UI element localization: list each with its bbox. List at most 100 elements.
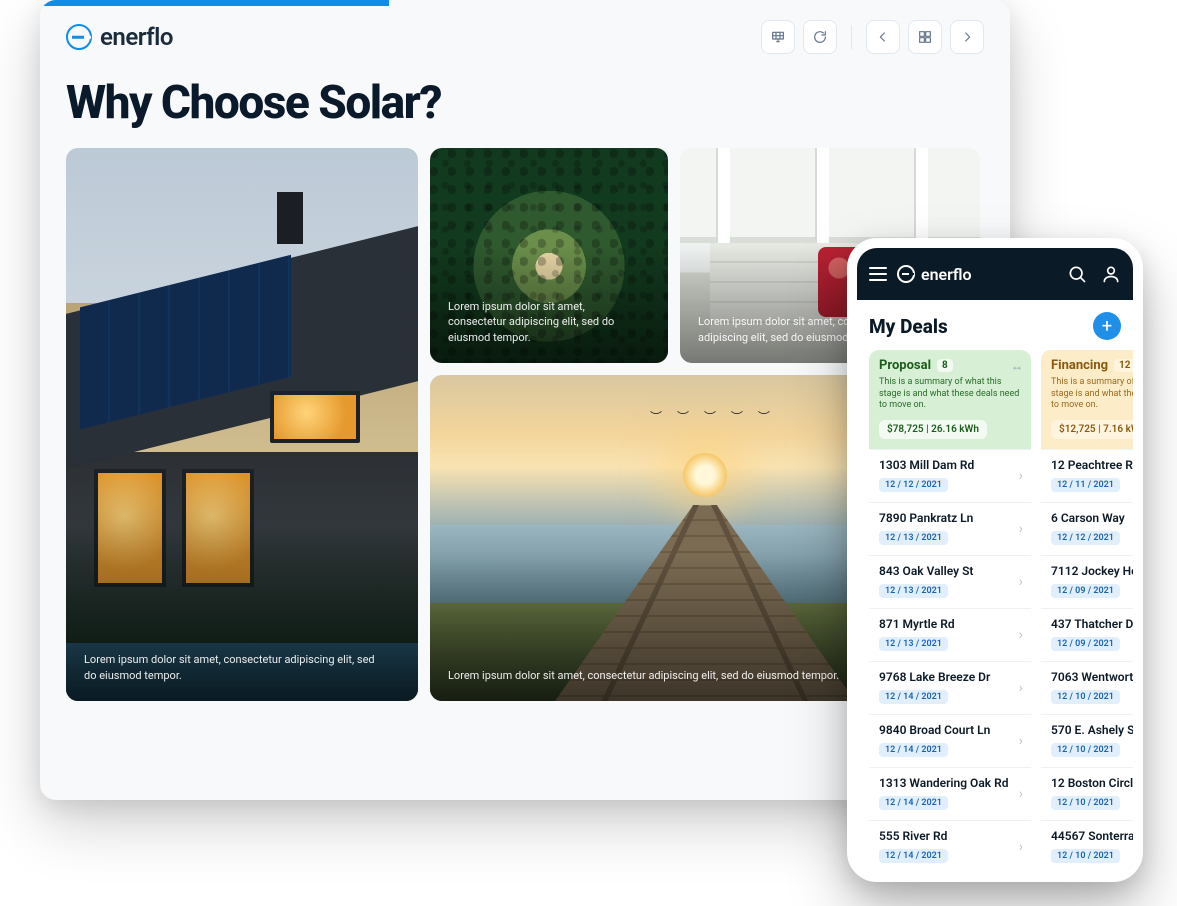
column-summary: This is a summary of what this stage is … bbox=[879, 377, 1021, 412]
deal-address: 9768 Lake Breeze Dr bbox=[879, 670, 1021, 684]
deal-address: 555 River Rd bbox=[879, 829, 1021, 843]
deal-address: 7112 Jockey Hollow bbox=[1051, 564, 1133, 578]
deal-date: 12 / 13 / 2021 bbox=[879, 637, 948, 651]
column-summary: This is a summary of what this stage is … bbox=[1051, 377, 1133, 412]
deal-row[interactable]: 6 Carson Way12 / 12 / 2021› bbox=[1041, 502, 1133, 555]
deal-date: 12 / 14 / 2021 bbox=[879, 849, 948, 863]
topbar: enerflo bbox=[40, 0, 1010, 62]
deal-address: 843 Oak Valley St bbox=[879, 564, 1021, 578]
grid-button[interactable] bbox=[908, 20, 942, 54]
deal-row[interactable]: 9840 Broad Court Ln 12 / 14 / 2021 › bbox=[869, 714, 1031, 767]
deal-address: 6 Carson Way bbox=[1051, 511, 1133, 525]
brand-name: enerflo bbox=[100, 23, 173, 51]
mobile-header: enerflo bbox=[857, 248, 1133, 300]
deal-address: 1313 Wandering Oak Rd bbox=[879, 776, 1021, 790]
deal-row[interactable]: 12 Boston Circle12 / 10 / 2021› bbox=[1041, 767, 1133, 820]
card-subtitle: Lorem ipsum dolor sit amet, consectetur … bbox=[448, 299, 634, 345]
deals-header: My Deals + bbox=[857, 300, 1133, 350]
page-title: Why Choose Solar? bbox=[40, 62, 1010, 148]
deal-row[interactable]: 44567 Sonterra12 / 10 / 2021› bbox=[1041, 820, 1133, 873]
next-button[interactable] bbox=[950, 20, 984, 54]
prev-button[interactable] bbox=[866, 20, 900, 54]
deal-address: 12 Boston Circle bbox=[1051, 776, 1133, 790]
deals-title: My Deals bbox=[869, 315, 948, 338]
deal-date: 12 / 11 / 2021 bbox=[1051, 478, 1120, 492]
chevron-right-icon: › bbox=[1019, 839, 1023, 855]
deal-address: 9840 Broad Court Ln bbox=[879, 723, 1021, 737]
chevron-right-icon: › bbox=[1019, 680, 1023, 696]
deal-date: 12 / 09 / 2021 bbox=[1051, 584, 1120, 598]
deal-row[interactable]: 570 E. Ashely St12 / 10 / 2021› bbox=[1041, 714, 1133, 767]
deal-row[interactable]: 1303 Mill Dam Rd12 / 12 / 2021› bbox=[869, 449, 1031, 502]
column-header[interactable]: Financing 12 This is a summary of what thi… bbox=[1041, 350, 1133, 449]
deal-date: 12 / 10 / 2021 bbox=[1051, 849, 1120, 863]
chevron-right-icon: › bbox=[1019, 521, 1023, 537]
deal-date: 12 / 10 / 2021 bbox=[1051, 690, 1120, 704]
chevron-right-icon: › bbox=[1019, 733, 1023, 749]
deal-row[interactable]: 871 Myrtle Rd 12 / 13 / 2021 › bbox=[869, 608, 1031, 661]
deal-date: 12 / 13 / 2021 bbox=[879, 584, 948, 598]
expand-icon[interactable]: ↔ bbox=[1011, 359, 1021, 373]
deal-date: 12 / 12 / 2021 bbox=[879, 478, 948, 492]
deal-row[interactable]: 1313 Wandering Oak Rd 12 / 14 / 2021 › bbox=[869, 767, 1031, 820]
refresh-button[interactable] bbox=[803, 20, 837, 54]
card-home-value[interactable]: Home Value Lorem ipsum dolor sit amet, c… bbox=[66, 148, 418, 701]
brand-logo-mobile[interactable]: enerflo bbox=[897, 265, 972, 284]
deal-address: 7890 Pankratz Ln bbox=[879, 511, 1021, 525]
deal-row[interactable]: 151 6th Avenue12 / 11 / 2021› bbox=[1041, 873, 1133, 882]
deal-row[interactable]: 7112 Jockey Hollow12 / 09 / 2021› bbox=[1041, 555, 1133, 608]
card-environmental-impact[interactable]: Environmental Impact Lorem ipsum dolor s… bbox=[430, 148, 668, 363]
deal-date: 12 / 14 / 2021 bbox=[879, 743, 948, 757]
menu-button[interactable] bbox=[869, 267, 887, 281]
deal-row[interactable]: 12 Peachtree Rd12 / 11 / 2021› bbox=[1041, 449, 1133, 502]
deal-date: 12 / 14 / 2021 bbox=[879, 690, 948, 704]
mobile-mockup: enerflo My Deals + Proposal 8 ↔ This is a s… bbox=[847, 238, 1143, 882]
user-icon[interactable] bbox=[1101, 264, 1121, 284]
deal-row[interactable]: 555 River Rd 12 / 14 / 2021 › bbox=[869, 820, 1031, 873]
divider bbox=[851, 25, 852, 49]
deal-date: 12 / 13 / 2021 bbox=[879, 531, 948, 545]
column-header[interactable]: Proposal 8 ↔ This is a summary of what this… bbox=[869, 350, 1031, 449]
column-metric: $78,725 | 26.16 kWh bbox=[879, 420, 987, 439]
deal-address: 871 Myrtle Rd bbox=[879, 617, 1021, 631]
deal-address: 7063 Wentworth bbox=[1051, 670, 1133, 684]
deal-date: 12 / 12 / 2021 bbox=[1051, 531, 1120, 545]
deal-date: 12 / 10 / 2021 bbox=[1051, 796, 1120, 810]
deal-address: 437 Thatcher Dr bbox=[1051, 617, 1133, 631]
brand-logo[interactable]: enerflo bbox=[66, 23, 173, 51]
solar-panel-icon bbox=[770, 29, 786, 45]
chevron-right-icon: › bbox=[1019, 786, 1023, 802]
add-deal-button[interactable]: + bbox=[1093, 312, 1121, 340]
chevron-left-icon bbox=[875, 29, 891, 45]
accent-bar bbox=[40, 0, 389, 6]
deal-row[interactable]: 843 Oak Valley St 12 / 13 / 2021 › bbox=[869, 555, 1031, 608]
chevron-right-icon bbox=[959, 29, 975, 45]
deal-list: 12 Peachtree Rd12 / 11 / 2021›6 Carson W… bbox=[1041, 449, 1133, 882]
deal-address: 44567 Sonterra bbox=[1051, 829, 1133, 843]
deal-row[interactable]: 7890 Pankratz Ln 12 / 13 / 2021 › bbox=[869, 502, 1031, 555]
search-icon[interactable] bbox=[1067, 264, 1087, 284]
kanban-column-financing: Financing 12 This is a summary of what thi… bbox=[1041, 350, 1133, 882]
deal-row[interactable]: 7063 Wentworth12 / 10 / 2021› bbox=[1041, 661, 1133, 714]
deal-row[interactable]: 9768 Lake Breeze Dr 12 / 14 / 2021 › bbox=[869, 661, 1031, 714]
column-count-badge: 12 bbox=[1114, 359, 1133, 372]
column-title: Financing bbox=[1051, 358, 1108, 373]
column-count-badge: 8 bbox=[937, 359, 953, 372]
chevron-right-icon: › bbox=[1019, 574, 1023, 590]
column-metric: $12,725 | 7.16 kWh bbox=[1051, 420, 1133, 439]
deal-row[interactable]: 437 Thatcher Dr12 / 09 / 2021› bbox=[1041, 608, 1133, 661]
deal-date: 12 / 10 / 2021 bbox=[1051, 743, 1120, 757]
enerflo-logo-icon bbox=[66, 24, 92, 50]
solar-panel-button[interactable] bbox=[761, 20, 795, 54]
chevron-right-icon: › bbox=[1019, 627, 1023, 643]
card-subtitle: Lorem ipsum dolor sit amet, consectetur … bbox=[84, 652, 375, 683]
brand-name: enerflo bbox=[921, 265, 972, 284]
grid-icon bbox=[917, 29, 933, 45]
deal-date: 12 / 09 / 2021 bbox=[1051, 637, 1120, 651]
kanban-columns[interactable]: Proposal 8 ↔ This is a summary of what this… bbox=[857, 350, 1133, 882]
column-title: Proposal bbox=[879, 358, 931, 373]
deal-address: 12 Peachtree Rd bbox=[1051, 458, 1133, 472]
deal-date: 12 / 14 / 2021 bbox=[879, 796, 948, 810]
chevron-right-icon: › bbox=[1019, 468, 1023, 484]
enerflo-logo-icon bbox=[897, 265, 915, 283]
